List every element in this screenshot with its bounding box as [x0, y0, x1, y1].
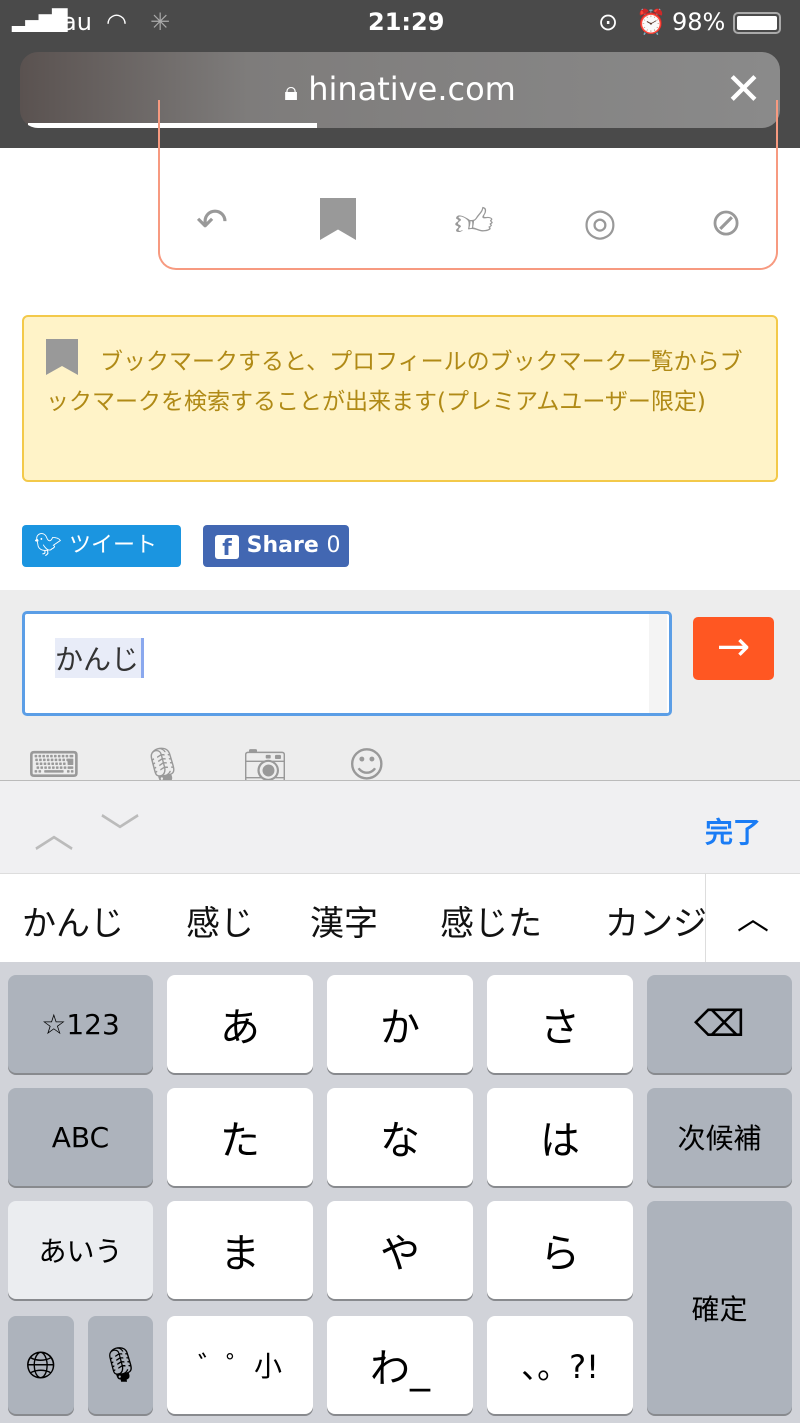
thumbs-up-icon[interactable]: 👍︎: [450, 198, 498, 246]
tweet-button[interactable]: 🐦︎ ツイート: [22, 525, 181, 567]
twitter-icon: 🐦︎: [34, 533, 62, 558]
microphone-key-icon[interactable]: 🎙︎: [88, 1316, 153, 1414]
bookmark-notice: ブックマークすると、プロフィールのブックマーク一覧からブックマークを検索すること…: [22, 315, 778, 482]
input-text: かんじ: [55, 638, 145, 678]
alarm-icon: ⏰: [636, 8, 666, 36]
signal-icon: ▂▄▆█: [12, 8, 68, 32]
bookmark-icon[interactable]: [314, 198, 362, 246]
done-button[interactable]: 完了: [705, 811, 761, 851]
key-na[interactable]: な: [327, 1088, 473, 1186]
battery-icon: [733, 12, 781, 34]
wifi-icon: ◠: [106, 8, 127, 36]
candidate[interactable]: 漢字: [310, 896, 378, 945]
next-field-icon[interactable]: ﹀: [100, 801, 140, 859]
key-numbers[interactable]: ☆123: [8, 975, 153, 1073]
key-kana[interactable]: あいう: [8, 1201, 153, 1299]
candidate-bar: かんじ 感じ 漢字 感じた カンジ ︿: [0, 873, 800, 962]
block-icon[interactable]: ⊘: [702, 198, 750, 246]
key-abc[interactable]: ABC: [8, 1088, 153, 1186]
share-count: 0: [326, 533, 341, 558]
delete-key[interactable]: ⌫: [647, 975, 792, 1073]
reply-icon[interactable]: ↶: [188, 198, 236, 246]
key-ha[interactable]: は: [487, 1088, 633, 1186]
share-label: Share: [246, 533, 319, 558]
send-button[interactable]: →: [693, 617, 774, 680]
key-ya[interactable]: や: [327, 1201, 473, 1299]
key-ka[interactable]: か: [327, 975, 473, 1073]
tweet-label: ツイート: [68, 533, 157, 558]
next-candidate-key[interactable]: 次候補: [647, 1088, 792, 1186]
candidate[interactable]: 感じ: [186, 896, 254, 945]
answer-input[interactable]: かんじ: [22, 611, 672, 716]
activity-icon: ✳: [150, 8, 171, 36]
globe-icon[interactable]: 🌐︎: [8, 1316, 74, 1414]
keyboard-accessory-bar: ︿ ﹀ 完了: [0, 780, 800, 873]
rotation-lock-icon: ⊙: [598, 8, 619, 36]
previous-field-icon[interactable]: ︿: [34, 801, 74, 859]
candidate[interactable]: かんじ: [22, 896, 124, 945]
keyboard: ☆123 あ か さ ⌫ ABC た な は 次候補 あいう ま や ら 確定 …: [0, 962, 800, 1423]
key-dakuten[interactable]: ゛゜小: [167, 1316, 313, 1414]
candidate[interactable]: カンジ: [605, 896, 705, 945]
battery-percent: 98%: [672, 8, 726, 36]
key-a[interactable]: あ: [167, 975, 313, 1073]
facebook-icon: f: [215, 535, 239, 561]
rolling-eyes-icon[interactable]: ◎: [576, 198, 624, 246]
bookmark-icon: [46, 339, 78, 375]
scrollbar[interactable]: [649, 614, 667, 713]
key-wa[interactable]: わ_: [327, 1316, 473, 1414]
time: 21:29: [368, 8, 445, 36]
candidate[interactable]: 感じた: [440, 896, 542, 945]
carrier: au: [62, 8, 92, 36]
key-ta[interactable]: た: [167, 1088, 313, 1186]
key-sa[interactable]: さ: [487, 975, 633, 1073]
notice-text: ブックマークすると、プロフィールのブックマーク一覧からブックマークを検索すること…: [46, 349, 743, 415]
key-punctuation[interactable]: 、。?!: [487, 1316, 633, 1414]
key-ra[interactable]: ら: [487, 1201, 633, 1299]
expand-candidates-icon[interactable]: ︿: [705, 874, 800, 962]
confirm-key[interactable]: 確定: [647, 1201, 792, 1414]
key-ma[interactable]: ま: [167, 1201, 313, 1299]
facebook-share-button[interactable]: f Share 0: [203, 525, 349, 567]
